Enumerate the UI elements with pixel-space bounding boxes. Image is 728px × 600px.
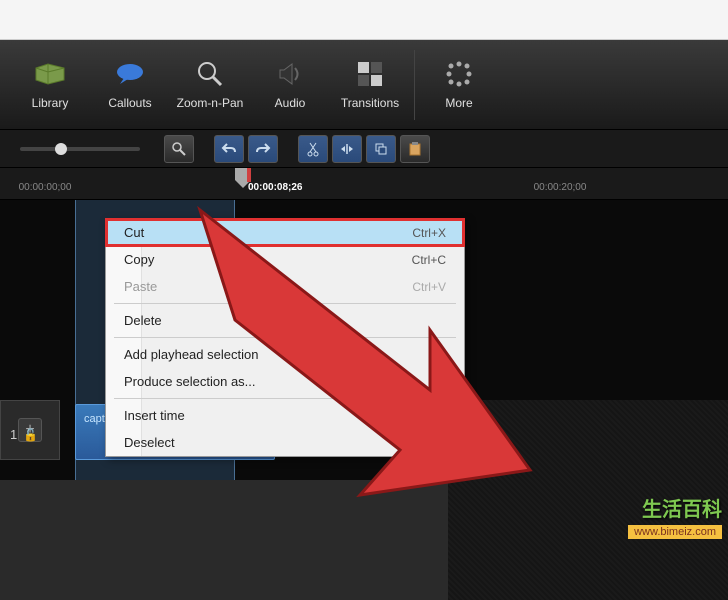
transitions-icon — [354, 58, 386, 90]
watermark-url: www.bimeiz.com — [628, 525, 722, 539]
undo-button[interactable] — [214, 135, 244, 163]
audio-label: Audio — [275, 96, 306, 110]
copy-button[interactable] — [366, 135, 396, 163]
menu-add-playhead[interactable]: Add playhead selection — [106, 341, 464, 368]
search-zoom-button[interactable] — [164, 135, 194, 163]
menu-separator — [114, 303, 456, 304]
timeline-ruler[interactable]: 00:00:00;00 00:00:08;26 00:00:20;00 — [0, 168, 728, 200]
audio-icon — [274, 58, 306, 90]
menu-delete[interactable]: Delete — [106, 307, 464, 334]
menu-separator — [114, 337, 456, 338]
zoom-button[interactable]: Zoom-n-Pan — [170, 45, 250, 125]
watermark-text: 生活百科 — [628, 493, 722, 522]
transitions-button[interactable]: Transitions — [330, 45, 410, 125]
transitions-label: Transitions — [341, 96, 399, 110]
lock-icon[interactable]: 🔓 — [23, 428, 38, 442]
track-number: 1 — [10, 427, 17, 442]
menu-produce-label: Produce selection as... — [124, 374, 256, 389]
menu-separator — [114, 398, 456, 399]
toolbar-separator — [414, 50, 415, 120]
zoom-slider[interactable] — [20, 147, 140, 151]
cut-button[interactable] — [298, 135, 328, 163]
menu-deselect-label: Deselect — [124, 435, 175, 450]
split-button[interactable] — [332, 135, 362, 163]
menu-produce[interactable]: Produce selection as... — [106, 368, 464, 395]
watermark: 生活百科 www.bimeiz.com — [628, 493, 722, 540]
menu-paste: Paste Ctrl+V — [106, 273, 464, 300]
menu-deselect[interactable]: Deselect — [106, 429, 464, 456]
menu-cut-label: Cut — [124, 225, 144, 240]
menu-insert-time[interactable]: Insert time — [106, 402, 464, 429]
zoom-icon — [194, 58, 226, 90]
time-label-20: 00:00:20;00 — [534, 182, 587, 193]
timeline-toolbar — [0, 130, 728, 168]
callouts-label: Callouts — [108, 96, 151, 110]
more-label: More — [445, 96, 472, 110]
playhead[interactable] — [235, 168, 251, 188]
library-icon — [34, 58, 66, 90]
time-label-start: 00:00:00;00 — [19, 182, 72, 193]
main-toolbar: Library Callouts Zoom-n-Pan Audio Transi… — [0, 40, 728, 130]
menu-delete-label: Delete — [124, 313, 162, 328]
menu-paste-shortcut: Ctrl+V — [412, 280, 446, 294]
slider-thumb[interactable] — [55, 143, 67, 155]
menu-copy-shortcut: Ctrl+C — [412, 253, 446, 267]
menu-paste-label: Paste — [124, 279, 157, 294]
audio-button[interactable]: Audio — [250, 45, 330, 125]
redo-button[interactable] — [248, 135, 278, 163]
callouts-icon — [114, 58, 146, 90]
context-menu: Cut Ctrl+X Copy Ctrl+C Paste Ctrl+V Dele… — [105, 218, 465, 457]
callouts-button[interactable]: Callouts — [90, 45, 170, 125]
menu-cut[interactable]: Cut Ctrl+X — [105, 218, 465, 247]
menu-cut-shortcut: Ctrl+X — [412, 226, 446, 240]
more-button[interactable]: More — [419, 45, 499, 125]
zoom-label: Zoom-n-Pan — [177, 96, 244, 110]
more-icon — [443, 58, 475, 90]
menu-copy-label: Copy — [124, 252, 154, 267]
current-time-label: 00:00:08;26 — [248, 182, 302, 193]
menu-add-playhead-label: Add playhead selection — [124, 347, 258, 362]
paste-button[interactable] — [400, 135, 430, 163]
menu-insert-time-label: Insert time — [124, 408, 185, 423]
library-label: Library — [32, 96, 69, 110]
menu-copy[interactable]: Copy Ctrl+C — [106, 246, 464, 273]
window-titlebar — [0, 0, 728, 40]
library-button[interactable]: Library — [10, 45, 90, 125]
